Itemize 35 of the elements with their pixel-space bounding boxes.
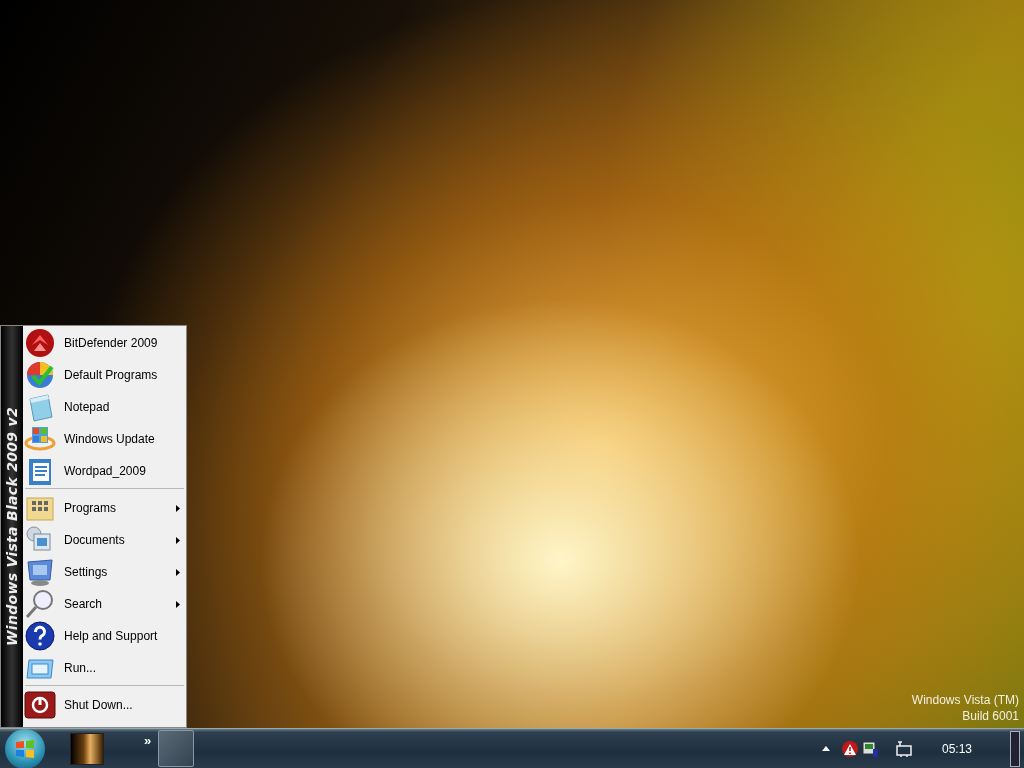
menu-item[interactable]: Run... [23,652,186,684]
help-icon [24,620,56,652]
clock[interactable]: 05:13 [941,741,972,756]
taskbar-button[interactable] [158,730,195,767]
watermark-text: Windows Vista (TM) [911,692,1019,708]
submenu-arrow-icon [176,536,180,544]
search-icon [24,588,56,620]
submenu-arrow-icon [176,504,180,512]
control-panel-icon [24,556,56,588]
menu-item[interactable]: Settings [23,556,186,588]
warning-shield-icon [841,740,858,757]
show-desktop-button[interactable] [1010,730,1020,767]
submenu-arrow-icon [176,568,180,576]
windows-logo-icon [14,737,36,760]
banner-text: Windows Vista Black 2009 v2 [4,407,20,646]
menu-item[interactable]: Programs [23,492,186,524]
menu-item[interactable]: Windows Update [23,423,186,455]
menu-item[interactable]: Help and Support [23,620,186,652]
up-arrow-icon [821,745,830,752]
monitor-icon [861,740,878,757]
menu-item[interactable]: Default Programs [23,359,186,391]
menu-item[interactable]: Notepad [23,391,186,423]
menu-item[interactable]: Wordpad_2009 [23,455,186,487]
checkmark-globe-icon [24,359,56,391]
menu-item[interactable]: BitDefender 2009 [23,327,186,359]
watermark-text: Build 6001 [961,708,1019,724]
start-button[interactable] [5,728,45,768]
network-icon [895,740,912,757]
power-icon [24,689,56,721]
menu-item[interactable]: Documents [23,524,186,556]
quick-launch-thumbnail[interactable] [70,732,104,765]
submenu-arrow-icon [176,600,180,608]
menu-item[interactable]: Search [23,588,186,620]
menu-item[interactable]: Shut Down... [23,689,186,721]
quick-launch-more-button[interactable]: » [144,733,152,748]
